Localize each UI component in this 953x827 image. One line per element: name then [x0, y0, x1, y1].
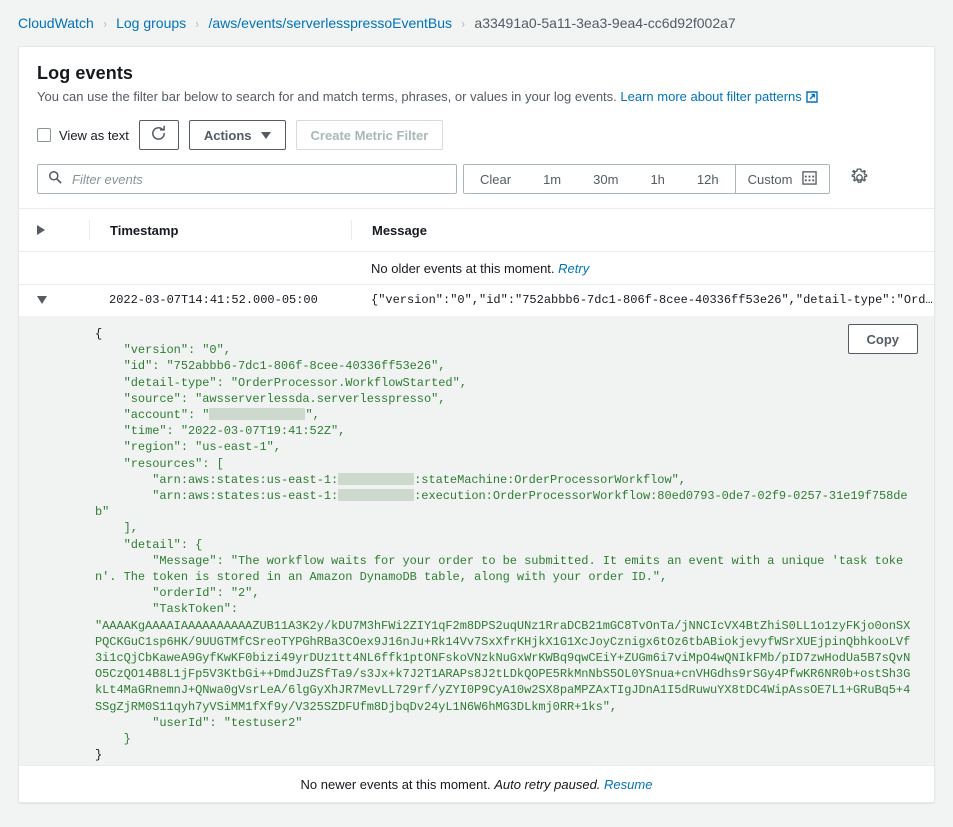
page-title: Log events — [37, 63, 134, 83]
view-as-text-toggle[interactable]: View as text — [37, 128, 129, 143]
breadcrumb-item-log-stream: a33491a0-5a11-3ea3-9ea4-cc6d92f002a7 — [474, 15, 736, 31]
newer-events-status-label: No newer events at this moment. — [300, 776, 491, 792]
older-events-status-text: No older events at this moment. Retry — [371, 261, 589, 276]
event-json-body: { "version": "0", "id": "752abbb6-7dc1-8… — [95, 327, 911, 763]
time-range-12h[interactable]: 12h — [680, 165, 735, 193]
log-events-card: Log events You can use the filter bar be… — [18, 46, 935, 803]
breadcrumb-item-log-groups[interactable]: Log groups — [116, 15, 186, 31]
time-range-group: Clear 1m 30m 1h 12h Custom — [463, 164, 831, 194]
chevron-down-icon — [37, 296, 47, 304]
breadcrumb-item-log-group[interactable]: /aws/events/serverlesspressoEventBus — [209, 15, 453, 31]
actions-button[interactable]: Actions — [188, 120, 286, 150]
chevron-right-icon — [37, 225, 45, 235]
toolbar: View as text Actions Create Metric Filte… — [19, 108, 934, 150]
column-header-timestamp[interactable]: Timestamp — [89, 220, 351, 240]
page-description: You can use the filter bar below to sear… — [37, 88, 916, 108]
search-icon — [48, 170, 62, 189]
time-range-1h[interactable]: 1h — [634, 165, 681, 193]
table-row[interactable]: 2022-03-07T14:41:52.000-05:00 {"version"… — [19, 285, 934, 315]
redacted-value — [209, 408, 306, 421]
card-header: Log events You can use the filter bar be… — [19, 47, 934, 108]
external-link-icon[interactable] — [806, 90, 819, 108]
time-range-1m[interactable]: 1m — [527, 165, 578, 193]
view-as-text-label: View as text — [59, 127, 129, 143]
auto-retry-note: Auto retry paused. — [494, 776, 601, 792]
row-timestamp: 2022-03-07T14:41:52.000-05:00 — [109, 293, 318, 307]
row-expand-toggle[interactable] — [37, 296, 89, 304]
time-range-custom[interactable]: Custom — [734, 165, 830, 193]
breadcrumb-separator-icon: › — [461, 15, 465, 31]
breadcrumb-separator-icon: › — [103, 15, 107, 31]
redacted-value — [338, 489, 415, 502]
refresh-button[interactable] — [138, 120, 179, 150]
filter-input-wrapper[interactable] — [37, 164, 457, 194]
filter-row: Clear 1m 30m 1h 12h Custom — [19, 150, 934, 194]
newer-events-status-text: No newer events at this moment. Auto ret… — [301, 777, 653, 792]
breadcrumb: CloudWatch › Log groups › /aws/events/se… — [0, 0, 953, 46]
table-header-row: Timestamp Message — [19, 209, 934, 252]
retry-link[interactable]: Retry — [558, 261, 589, 276]
create-metric-filter-button[interactable]: Create Metric Filter — [295, 120, 444, 150]
newer-events-status: No newer events at this moment. Auto ret… — [19, 765, 934, 802]
chevron-down-icon — [260, 131, 271, 139]
copy-button[interactable]: Copy — [847, 324, 918, 354]
settings-button[interactable] — [844, 164, 874, 194]
breadcrumb-item-cloudwatch[interactable]: CloudWatch — [18, 15, 94, 31]
calendar-icon — [802, 170, 818, 188]
older-events-status: No older events at this moment. Retry — [19, 252, 934, 285]
time-range-clear[interactable]: Clear — [464, 165, 528, 193]
time-range-custom-label: Custom — [747, 171, 793, 187]
breadcrumb-separator-icon: › — [195, 15, 199, 31]
column-header-message[interactable]: Message — [351, 220, 934, 240]
gear-icon — [850, 168, 869, 190]
resume-link[interactable]: Resume — [604, 777, 652, 792]
expand-all-toggle[interactable] — [37, 225, 89, 235]
filter-events-input[interactable] — [70, 170, 446, 188]
actions-label: Actions — [203, 127, 252, 143]
refresh-icon — [150, 125, 167, 145]
log-events-table: Timestamp Message No older events at thi… — [19, 208, 934, 802]
time-range-30m[interactable]: 30m — [577, 165, 635, 193]
checkbox-icon[interactable] — [37, 128, 51, 142]
learn-more-link[interactable]: Learn more about filter patterns — [620, 89, 801, 104]
redacted-value — [338, 472, 415, 485]
row-message: {"version":"0","id":"752abbb6-7dc1-806f-… — [371, 293, 934, 307]
page-description-text: You can use the filter bar below to sear… — [37, 89, 617, 104]
expanded-event-panel: Copy { "version": "0", "id": "752abbb6-7… — [19, 315, 934, 765]
older-events-status-label: No older events at this moment. — [371, 260, 555, 276]
